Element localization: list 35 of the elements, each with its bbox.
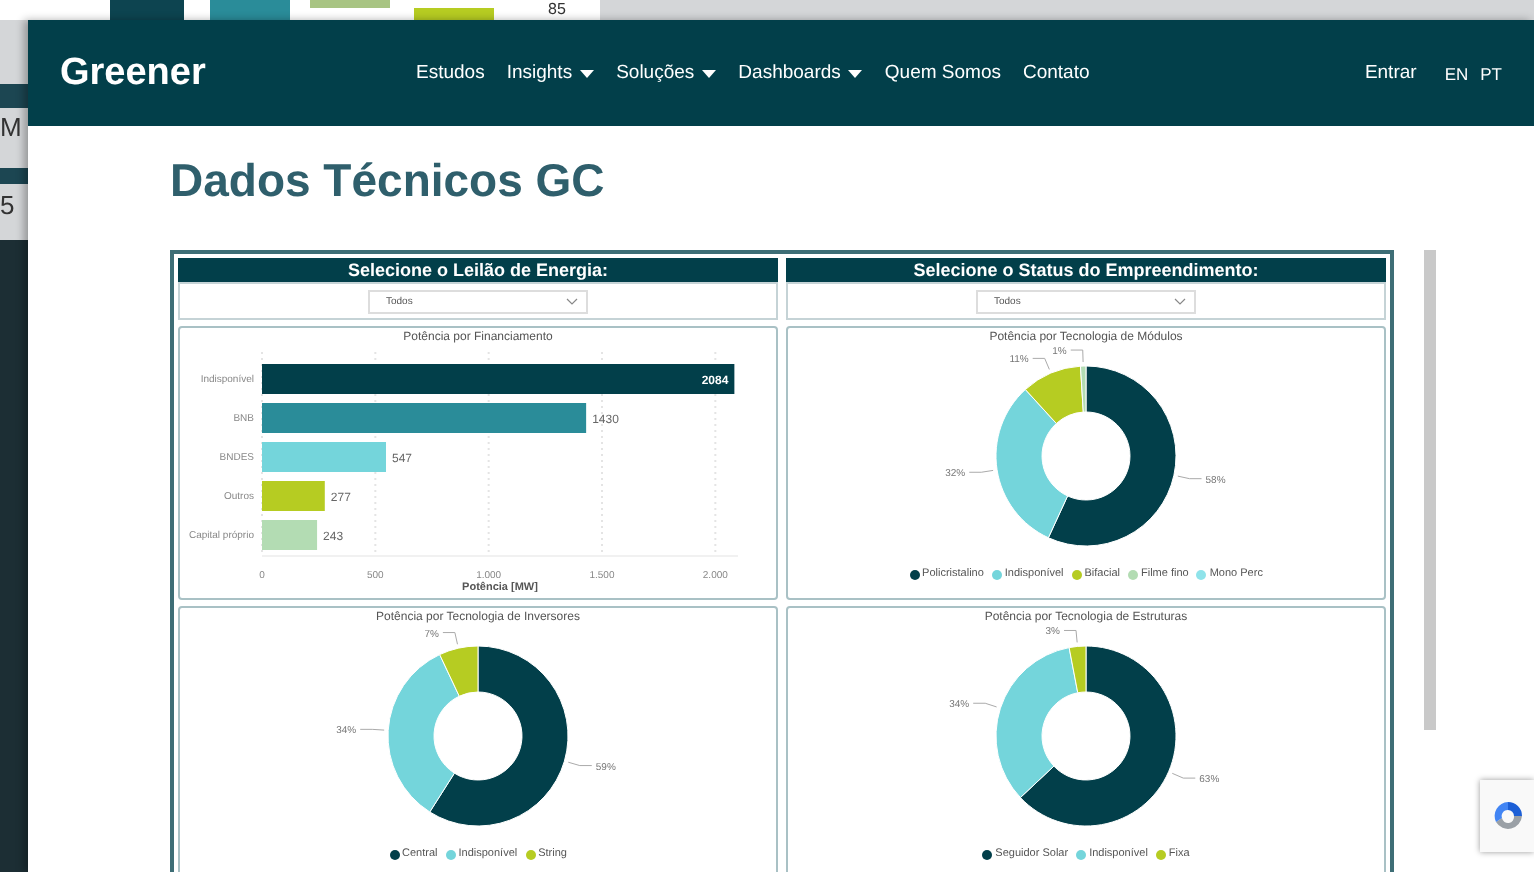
nav-link[interactable]: Soluções xyxy=(616,62,717,84)
nav-link[interactable]: Insights xyxy=(506,62,595,84)
nav-link[interactable]: Quem Somos xyxy=(884,62,1001,84)
leader-line xyxy=(358,728,384,731)
filter-heading: Selecione o Status do Empreendimento: xyxy=(786,258,1386,282)
leader-line xyxy=(1062,629,1077,643)
captcha-icon xyxy=(1491,800,1523,832)
nav-link[interactable]: Dashboards xyxy=(738,62,863,84)
filter-heading: Selecione o Leilão de Energia: xyxy=(178,258,778,282)
page-title: Dados Técnicos GC xyxy=(170,154,607,206)
scrollbar[interactable] xyxy=(1424,250,1436,730)
background-text: 5 xyxy=(0,190,15,220)
leader-line xyxy=(566,761,592,767)
language-link[interactable]: PT xyxy=(1480,63,1502,83)
background-text: 85 xyxy=(548,0,566,18)
nav-link[interactable]: Contato xyxy=(1022,62,1090,84)
leader-line xyxy=(1031,357,1049,370)
leader-line xyxy=(967,469,993,473)
logo[interactable]: Greener xyxy=(60,51,416,95)
chevron-icon xyxy=(566,297,578,305)
background-strip xyxy=(0,84,28,108)
background-bar xyxy=(310,0,390,8)
leader-line xyxy=(1176,475,1202,480)
background-strip xyxy=(0,168,28,184)
captcha-badge[interactable] xyxy=(1480,780,1534,852)
leader-line xyxy=(1170,772,1195,779)
leader-line xyxy=(1069,349,1083,363)
login-link[interactable]: Entrar xyxy=(1364,62,1417,84)
leader-line xyxy=(441,632,457,645)
background-bar xyxy=(414,8,494,20)
leader-line xyxy=(971,702,997,708)
background-text: M xyxy=(0,112,22,142)
chevron-icon xyxy=(1174,297,1186,305)
nav-link[interactable]: Estudos xyxy=(416,62,485,84)
language-link[interactable]: EN xyxy=(1444,63,1469,83)
